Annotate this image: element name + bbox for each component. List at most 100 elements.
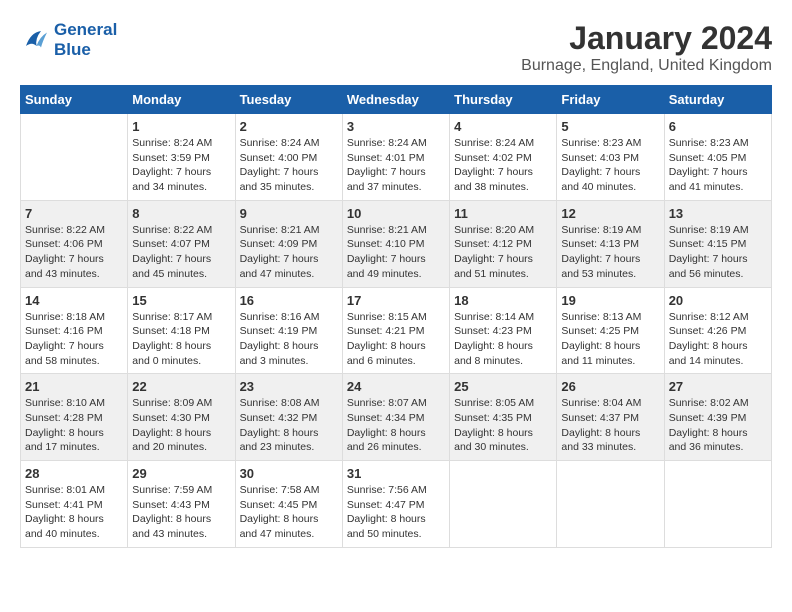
day-number: 9 <box>240 206 338 221</box>
header-monday: Monday <box>128 86 235 114</box>
day-info: Sunrise: 7:56 AM Sunset: 4:47 PM Dayligh… <box>347 483 445 542</box>
calendar-cell: 26Sunrise: 8:04 AM Sunset: 4:37 PM Dayli… <box>557 374 664 461</box>
calendar-cell: 3 Sunrise: 8:24 AM Sunset: 4:01 PM Daylig… <box>342 114 449 201</box>
day-number: 7 <box>25 206 123 221</box>
day-number: 4 <box>454 119 552 134</box>
calendar-week-3: 14Sunrise: 8:18 AM Sunset: 4:16 PM Dayli… <box>21 287 772 374</box>
day-number: 28 <box>25 466 123 481</box>
header-wednesday: Wednesday <box>342 86 449 114</box>
day-number: 25 <box>454 379 552 394</box>
day-number: 8 <box>132 206 230 221</box>
calendar-cell: 25 Sunrise: 8:05 AM Sunset: 4:35 PM Dayli… <box>450 374 557 461</box>
calendar-cell <box>557 461 664 548</box>
day-number: 17 <box>347 293 445 308</box>
calendar-cell <box>664 461 771 548</box>
calendar-week-4: 21Sunrise: 8:10 AM Sunset: 4:28 PM Dayli… <box>21 374 772 461</box>
header-thursday: Thursday <box>450 86 557 114</box>
calendar-cell: 31Sunrise: 7:56 AM Sunset: 4:47 PM Dayli… <box>342 461 449 548</box>
day-number: 14 <box>25 293 123 308</box>
day-info: Sunrise: 7:59 AM Sunset: 4:43 PM Dayligh… <box>132 483 230 542</box>
logo: General Blue <box>20 20 117 59</box>
day-info: Sunrise: 8:19 AM Sunset: 4:15 PM Dayligh… <box>669 223 767 282</box>
day-number: 11 <box>454 206 552 221</box>
day-info: Sunrise: 8:24 AM Sunset: 4:01 PM Dayligh… <box>347 136 445 195</box>
day-info: Sunrise: 7:58 AM Sunset: 4:45 PM Dayligh… <box>240 483 338 542</box>
calendar-cell: 1 Sunrise: 8:24 AM Sunset: 3:59 PM Daylig… <box>128 114 235 201</box>
month-title: January 2024 <box>521 20 772 57</box>
calendar-cell: 11 Sunrise: 8:20 AM Sunset: 4:12 PM Dayli… <box>450 200 557 287</box>
day-info: Sunrise: 8:21 AM Sunset: 4:09 PM Dayligh… <box>240 223 338 282</box>
day-number: 21 <box>25 379 123 394</box>
day-number: 30 <box>240 466 338 481</box>
logo-icon <box>20 25 50 55</box>
calendar-cell: 8Sunrise: 8:22 AM Sunset: 4:07 PM Daylig… <box>128 200 235 287</box>
calendar-cell: 19Sunrise: 8:13 AM Sunset: 4:25 PM Dayli… <box>557 287 664 374</box>
day-info: Sunrise: 8:16 AM Sunset: 4:19 PM Dayligh… <box>240 310 338 369</box>
day-info: Sunrise: 8:15 AM Sunset: 4:21 PM Dayligh… <box>347 310 445 369</box>
header-sunday: Sunday <box>21 86 128 114</box>
calendar-cell: 28 Sunrise: 8:01 AM Sunset: 4:41 PM Dayli… <box>21 461 128 548</box>
day-number: 3 <box>347 119 445 134</box>
calendar-cell: 20Sunrise: 8:12 AM Sunset: 4:26 PM Dayli… <box>664 287 771 374</box>
day-number: 22 <box>132 379 230 394</box>
calendar-cell: 18 Sunrise: 8:14 AM Sunset: 4:23 PM Dayli… <box>450 287 557 374</box>
day-number: 10 <box>347 206 445 221</box>
calendar-cell: 9 Sunrise: 8:21 AM Sunset: 4:09 PM Daylig… <box>235 200 342 287</box>
calendar-cell: 5 Sunrise: 8:23 AM Sunset: 4:03 PM Daylig… <box>557 114 664 201</box>
day-info: Sunrise: 8:12 AM Sunset: 4:26 PM Dayligh… <box>669 310 767 369</box>
day-number: 16 <box>240 293 338 308</box>
calendar-week-1: 1 Sunrise: 8:24 AM Sunset: 3:59 PM Daylig… <box>21 114 772 201</box>
day-number: 15 <box>132 293 230 308</box>
calendar-cell <box>450 461 557 548</box>
day-number: 1 <box>132 119 230 134</box>
calendar-cell: 24Sunrise: 8:07 AM Sunset: 4:34 PM Dayli… <box>342 374 449 461</box>
header-tuesday: Tuesday <box>235 86 342 114</box>
calendar-cell <box>21 114 128 201</box>
calendar-cell: 21Sunrise: 8:10 AM Sunset: 4:28 PM Dayli… <box>21 374 128 461</box>
day-info: Sunrise: 8:09 AM Sunset: 4:30 PM Dayligh… <box>132 396 230 455</box>
title-block: January 2024 Burnage, England, United Ki… <box>521 20 772 75</box>
day-number: 18 <box>454 293 552 308</box>
calendar-cell: 6 Sunrise: 8:23 AM Sunset: 4:05 PM Daylig… <box>664 114 771 201</box>
calendar-cell: 13 Sunrise: 8:19 AM Sunset: 4:15 PM Dayli… <box>664 200 771 287</box>
day-info: Sunrise: 8:19 AM Sunset: 4:13 PM Dayligh… <box>561 223 659 282</box>
day-info: Sunrise: 8:24 AM Sunset: 4:00 PM Dayligh… <box>240 136 338 195</box>
location: Burnage, England, United Kingdom <box>521 57 772 75</box>
day-info: Sunrise: 8:01 AM Sunset: 4:41 PM Dayligh… <box>25 483 123 542</box>
day-number: 13 <box>669 206 767 221</box>
day-info: Sunrise: 8:14 AM Sunset: 4:23 PM Dayligh… <box>454 310 552 369</box>
day-info: Sunrise: 8:24 AM Sunset: 3:59 PM Dayligh… <box>132 136 230 195</box>
day-info: Sunrise: 8:23 AM Sunset: 4:05 PM Dayligh… <box>669 136 767 195</box>
header-saturday: Saturday <box>664 86 771 114</box>
calendar-cell: 2Sunrise: 8:24 AM Sunset: 4:00 PM Daylig… <box>235 114 342 201</box>
day-number: 12 <box>561 206 659 221</box>
calendar-cell: 30 Sunrise: 7:58 AM Sunset: 4:45 PM Dayli… <box>235 461 342 548</box>
calendar-cell: 17 Sunrise: 8:15 AM Sunset: 4:21 PM Dayli… <box>342 287 449 374</box>
day-info: Sunrise: 8:22 AM Sunset: 4:06 PM Dayligh… <box>25 223 123 282</box>
calendar-cell: 10Sunrise: 8:21 AM Sunset: 4:10 PM Dayli… <box>342 200 449 287</box>
calendar-cell: 14Sunrise: 8:18 AM Sunset: 4:16 PM Dayli… <box>21 287 128 374</box>
calendar-cell: 23Sunrise: 8:08 AM Sunset: 4:32 PM Dayli… <box>235 374 342 461</box>
day-info: Sunrise: 8:20 AM Sunset: 4:12 PM Dayligh… <box>454 223 552 282</box>
calendar-table: SundayMondayTuesdayWednesdayThursdayFrid… <box>20 85 772 548</box>
day-info: Sunrise: 8:05 AM Sunset: 4:35 PM Dayligh… <box>454 396 552 455</box>
day-number: 6 <box>669 119 767 134</box>
day-number: 29 <box>132 466 230 481</box>
logo-text: General Blue <box>54 20 117 59</box>
day-info: Sunrise: 8:23 AM Sunset: 4:03 PM Dayligh… <box>561 136 659 195</box>
day-number: 5 <box>561 119 659 134</box>
calendar-cell: 12 Sunrise: 8:19 AM Sunset: 4:13 PM Dayli… <box>557 200 664 287</box>
calendar-week-5: 28 Sunrise: 8:01 AM Sunset: 4:41 PM Dayli… <box>21 461 772 548</box>
day-number: 19 <box>561 293 659 308</box>
calendar-cell: 7 Sunrise: 8:22 AM Sunset: 4:06 PM Daylig… <box>21 200 128 287</box>
calendar-week-2: 7 Sunrise: 8:22 AM Sunset: 4:06 PM Daylig… <box>21 200 772 287</box>
day-number: 27 <box>669 379 767 394</box>
page-header: General Blue January 2024 Burnage, Engla… <box>20 20 772 75</box>
day-number: 23 <box>240 379 338 394</box>
calendar-header-row: SundayMondayTuesdayWednesdayThursdayFrid… <box>21 86 772 114</box>
day-info: Sunrise: 8:24 AM Sunset: 4:02 PM Dayligh… <box>454 136 552 195</box>
day-number: 26 <box>561 379 659 394</box>
calendar-cell: 29 Sunrise: 7:59 AM Sunset: 4:43 PM Dayli… <box>128 461 235 548</box>
header-friday: Friday <box>557 86 664 114</box>
day-info: Sunrise: 8:02 AM Sunset: 4:39 PM Dayligh… <box>669 396 767 455</box>
